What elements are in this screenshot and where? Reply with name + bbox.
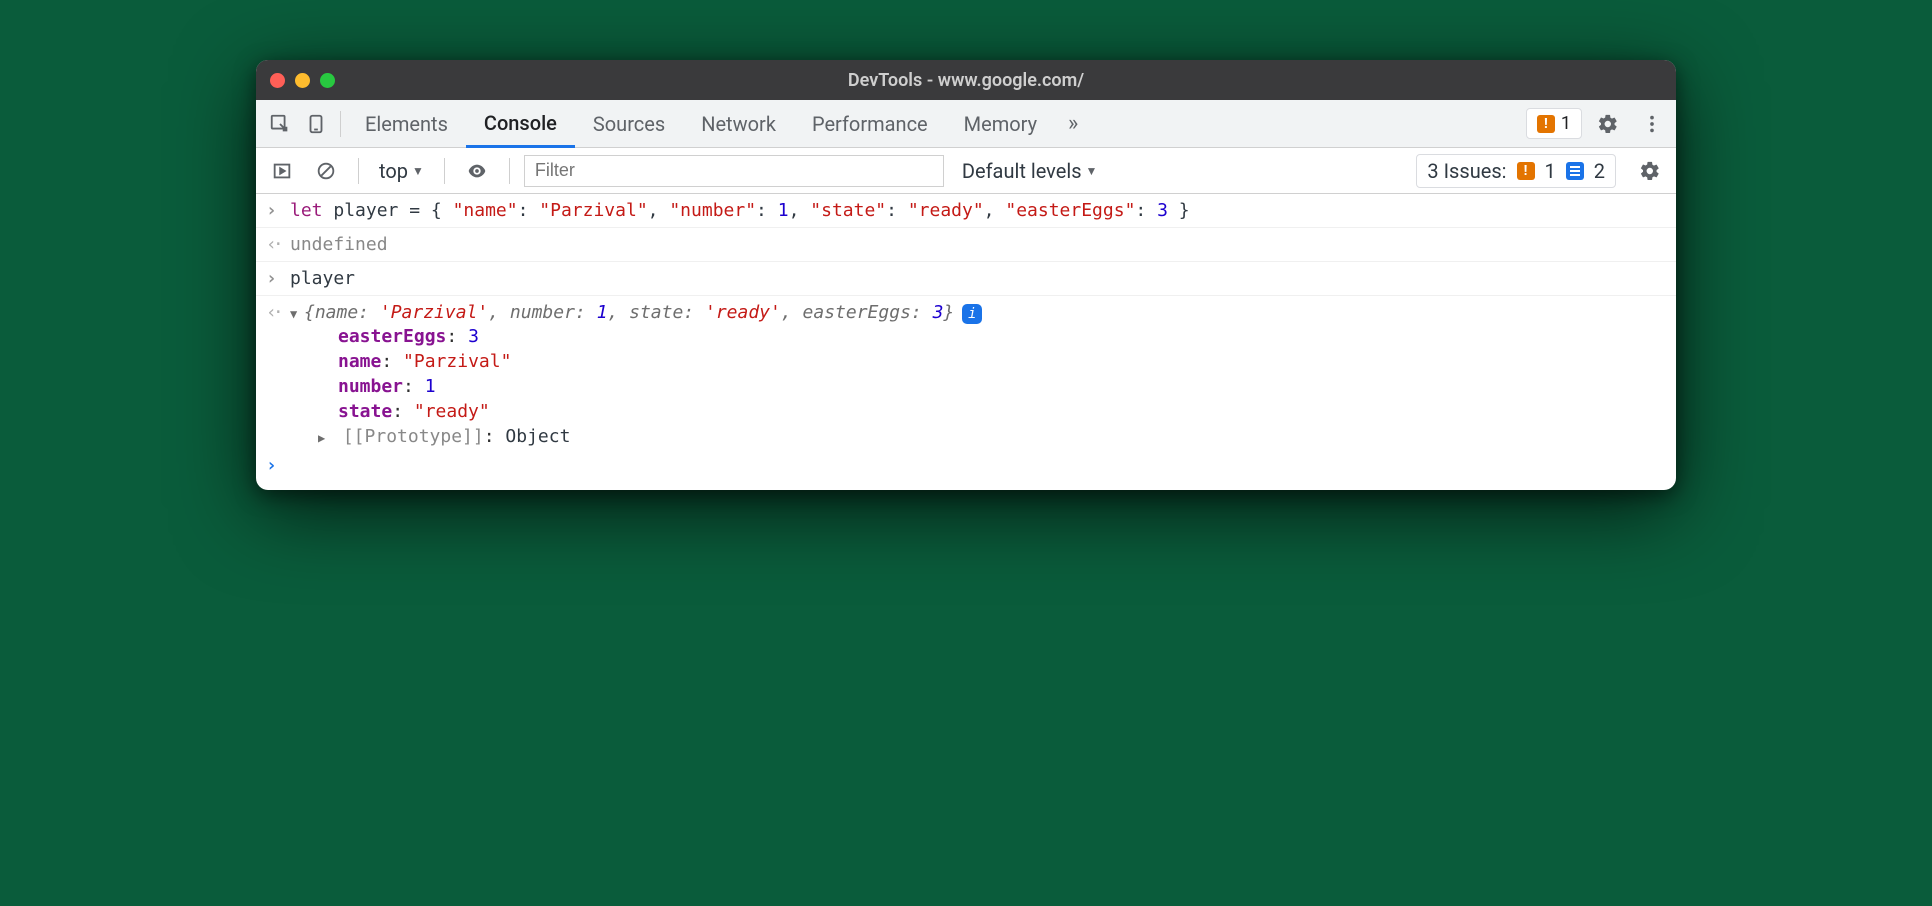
console-prompt[interactable] bbox=[256, 449, 1676, 482]
context-value: top bbox=[379, 159, 408, 183]
inspect-icon[interactable] bbox=[262, 106, 298, 142]
tab-memory[interactable]: Memory bbox=[946, 100, 1055, 148]
devtools-window: DevTools - www.google.com/ Elements Cons… bbox=[256, 60, 1676, 490]
divider bbox=[358, 158, 359, 184]
prompt-chevron-icon bbox=[266, 455, 290, 476]
info-icon[interactable]: i bbox=[962, 304, 982, 324]
chevron-down-icon: ▼ bbox=[412, 164, 424, 178]
warnings-badge[interactable]: ! 1 bbox=[1526, 108, 1582, 139]
console-output-value: undefined bbox=[290, 234, 388, 255]
issues-warn-count: 1 bbox=[1545, 159, 1556, 183]
titlebar: DevTools - www.google.com/ bbox=[256, 60, 1676, 100]
log-levels-selector[interactable]: Default levels ▼ bbox=[962, 159, 1098, 183]
warnings-count: 1 bbox=[1561, 113, 1571, 134]
object-prototype[interactable]: [[Prototype]]: Object bbox=[266, 424, 570, 449]
console-toolbar: top ▼ Default levels ▼ 3 Issues: ! 1 2 bbox=[256, 148, 1676, 194]
console-output-row: undefined bbox=[256, 228, 1676, 262]
warning-icon: ! bbox=[1537, 115, 1555, 133]
log-levels-label: Default levels bbox=[962, 159, 1082, 183]
output-chevron-icon bbox=[266, 234, 290, 255]
console-body: let player = { "name": "Parzival", "numb… bbox=[256, 194, 1676, 490]
main-toolbar: Elements Console Sources Network Perform… bbox=[256, 100, 1676, 148]
output-chevron-icon bbox=[266, 302, 290, 324]
chevron-down-icon: ▼ bbox=[1086, 164, 1098, 178]
more-tabs-icon[interactable]: » bbox=[1055, 106, 1091, 142]
console-input-code: let player = { "name": "Parzival", "numb… bbox=[290, 200, 1190, 221]
info-icon bbox=[1566, 162, 1584, 180]
console-input-code: player bbox=[290, 268, 355, 289]
settings-icon[interactable] bbox=[1590, 106, 1626, 142]
disclosure-triangle-icon[interactable] bbox=[290, 302, 304, 324]
device-toggle-icon[interactable] bbox=[298, 106, 334, 142]
console-output-row: {name: 'Parzival', number: 1, state: 're… bbox=[256, 296, 1676, 449]
tab-network[interactable]: Network bbox=[683, 100, 794, 148]
console-input-row[interactable]: player bbox=[256, 262, 1676, 296]
issues-info-count: 2 bbox=[1594, 159, 1605, 183]
issues-summary[interactable]: 3 Issues: ! 1 2 bbox=[1416, 154, 1616, 188]
tab-console[interactable]: Console bbox=[466, 100, 575, 148]
input-chevron-icon bbox=[266, 268, 290, 289]
object-summary[interactable]: {name: 'Parzival', number: 1, state: 're… bbox=[304, 302, 982, 324]
tab-sources[interactable]: Sources bbox=[575, 100, 683, 148]
filter-input[interactable] bbox=[524, 155, 944, 187]
console-settings-icon[interactable] bbox=[1632, 153, 1668, 189]
toggle-sidebar-icon[interactable] bbox=[264, 153, 300, 189]
object-property[interactable]: state: "ready" bbox=[266, 399, 490, 424]
object-property[interactable]: number: 1 bbox=[266, 374, 436, 399]
input-chevron-icon bbox=[266, 200, 290, 221]
tab-elements[interactable]: Elements bbox=[347, 100, 466, 148]
panel-tabs: Elements Console Sources Network Perform… bbox=[347, 100, 1526, 148]
console-input-row[interactable]: let player = { "name": "Parzival", "numb… bbox=[256, 194, 1676, 228]
tab-performance[interactable]: Performance bbox=[794, 100, 946, 148]
window-title: DevTools - www.google.com/ bbox=[256, 70, 1676, 91]
context-selector[interactable]: top ▼ bbox=[373, 159, 430, 183]
divider bbox=[509, 158, 510, 184]
warning-icon: ! bbox=[1517, 162, 1535, 180]
object-property[interactable]: name: "Parzival" bbox=[266, 349, 511, 374]
live-expression-icon[interactable] bbox=[459, 153, 495, 189]
disclosure-triangle-icon[interactable] bbox=[318, 426, 332, 447]
object-property[interactable]: easterEggs: 3 bbox=[266, 324, 479, 349]
clear-console-icon[interactable] bbox=[308, 153, 344, 189]
divider bbox=[340, 111, 341, 137]
divider bbox=[444, 158, 445, 184]
kebab-menu-icon[interactable] bbox=[1634, 106, 1670, 142]
issues-label: 3 Issues: bbox=[1427, 159, 1506, 183]
